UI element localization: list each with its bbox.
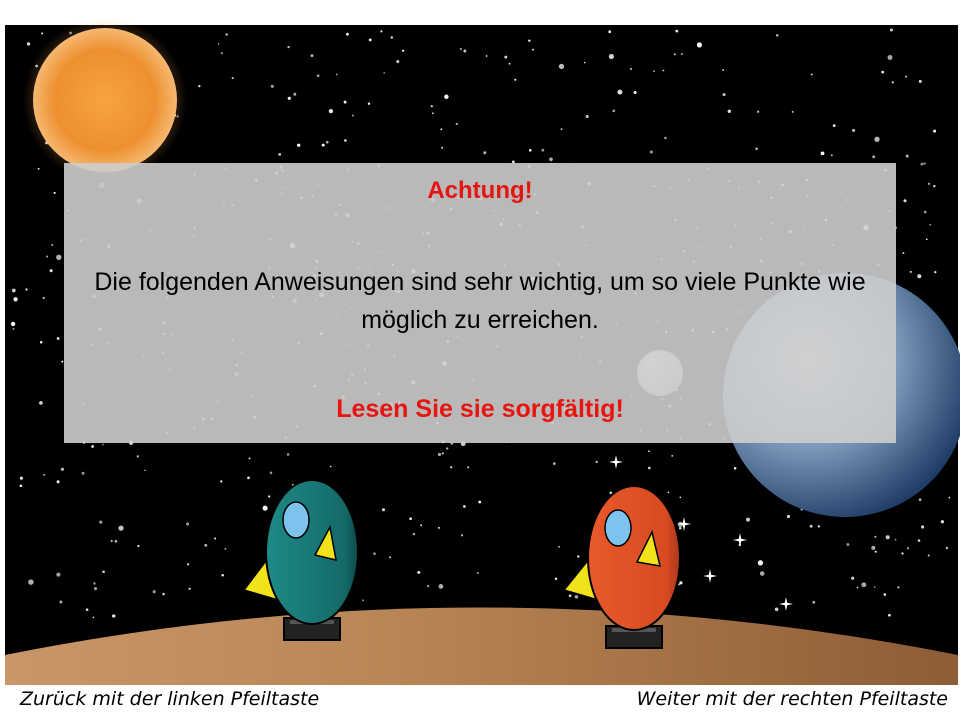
sun-icon (23, 18, 187, 182)
instruction-text: Die folgenden Anweisungen sind sehr wich… (94, 268, 866, 334)
next-hint: Weiter mit der rechten Pfeiltaste (636, 688, 948, 710)
back-hint: Zurück mit der linken Pfeiltaste (20, 688, 320, 710)
instruction-panel: Achtung! Die folgenden Anweisungen sind … (64, 163, 896, 443)
warning-emphasis: Lesen Sie sie sorgfältig! (336, 395, 624, 423)
warning-heading: Achtung! (427, 177, 533, 204)
